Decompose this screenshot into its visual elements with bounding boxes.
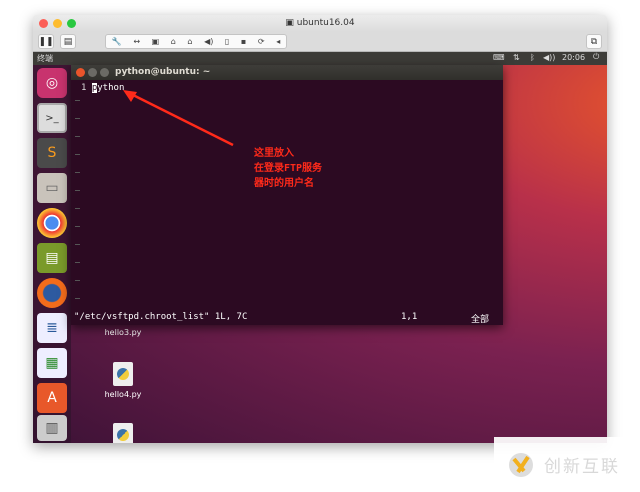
book-icon[interactable]: ▤ [37, 243, 67, 273]
annotation-arrow [123, 90, 234, 147]
resize-icon[interactable]: ↔ [133, 37, 140, 46]
collapse-icon[interactable]: ◂ [276, 37, 280, 46]
drive2-icon[interactable]: ⌂ [187, 37, 192, 46]
vm-toolbar: ❚❚ ▤ 🔧 ↔ ▣ ⌂ ⌂ ◀) ▯ ▪ ⟳ ◂ ⧉ [33, 32, 607, 52]
python-file-icon [113, 423, 133, 443]
refresh-icon[interactable]: ⟳ [258, 37, 265, 46]
keyboard-icon[interactable]: ⌨ [493, 53, 505, 62]
terminal-title: python@ubuntu: ~ [115, 67, 211, 77]
terminal-icon[interactable]: >_ [37, 103, 67, 133]
desktop: ◎ >_ S ▭ ▤ ≣ ▦ A ▥ hello3.py hello4.py p… [33, 65, 607, 443]
line-number: 1 [81, 83, 87, 93]
file-label: hello3.py [104, 328, 142, 337]
terminal-close-button[interactable] [76, 68, 85, 77]
watermark-logo-icon [509, 452, 533, 477]
files-icon[interactable]: ▭ [37, 173, 67, 203]
firefox-icon[interactable] [37, 278, 67, 308]
status-scroll: 全部 [471, 315, 490, 325]
desktop-file[interactable]: hello3.py [93, 328, 153, 337]
vm-window: ▣ ubuntu16.04 ❚❚ ▤ 🔧 ↔ ▣ ⌂ ⌂ ◀) ▯ ▪ ⟳ ◂ … [33, 15, 607, 443]
libreoffice-writer-icon[interactable]: ≣ [37, 313, 67, 343]
file-label: hello4.py [104, 390, 142, 399]
vim-status-line: "/etc/vsftpd.chroot_list" 1L, 7C 1,1 全部 [71, 312, 503, 325]
terminal-minimize-button[interactable] [88, 68, 97, 77]
desktop-file[interactable]: hello4.py [93, 362, 153, 399]
usb-icon[interactable]: ▯ [225, 37, 229, 46]
terminal-titlebar: python@ubuntu: ~ [71, 65, 503, 80]
libreoffice-calc-icon[interactable]: ▦ [37, 348, 67, 378]
window-title: ▣ ubuntu16.04 [285, 18, 355, 28]
launcher: ◎ >_ S ▭ ▤ ≣ ▦ A ▥ [33, 65, 71, 443]
active-app-name: 终端 [37, 54, 53, 63]
network-icon[interactable]: ⇅ [513, 53, 520, 62]
bluetooth-icon[interactable]: ᛒ [530, 53, 535, 62]
device-toolbar: 🔧 ↔ ▣ ⌂ ⌂ ◀) ▯ ▪ ⟳ ◂ [105, 34, 287, 49]
ubuntu-top-panel: 终端 ⌨ ⇅ ᛒ ◀)) 20:06 ⏻ [33, 52, 607, 65]
editor-line: 1 python [81, 83, 124, 93]
fullscreen-button[interactable]: ⧉ [586, 34, 602, 49]
watermark-text: 创新互联 [544, 457, 620, 477]
drive-icon[interactable]: ⌂ [171, 37, 176, 46]
terminal-window[interactable]: python@ubuntu: ~ 1 python 这里放入 在登录FTP服务 … [71, 65, 503, 325]
window-titlebar: ▣ ubuntu16.04 [33, 15, 607, 32]
python-file-icon [113, 362, 133, 386]
desktop-file[interactable] [93, 423, 153, 443]
terminal-maximize-button[interactable] [100, 68, 109, 77]
snapshot-button[interactable]: ▤ [60, 34, 76, 49]
printer-icon[interactable]: ▥ [37, 415, 67, 441]
clock[interactable]: 20:06 [562, 53, 585, 62]
annotation-line: 器时的用户名 [254, 178, 314, 189]
ubuntu-dash-icon[interactable]: ◎ [37, 68, 67, 98]
settings-wrench-icon[interactable]: 🔧 [112, 37, 122, 46]
save-icon[interactable]: ▪ [241, 37, 246, 46]
annotation-line: 这里放入 [254, 148, 294, 159]
annotation-line: 在登录FTP服务 [254, 163, 323, 174]
watermark: 创新互联 [494, 437, 640, 492]
power-icon[interactable]: ⏻ [593, 52, 599, 62]
status-file-info: "/etc/vsftpd.chroot_list" 1L, 7C [74, 312, 248, 322]
chrome-icon[interactable] [37, 208, 67, 238]
pause-button[interactable]: ❚❚ [38, 34, 54, 49]
annotation-note: 这里放入 在登录FTP服务 器时的用户名 [254, 146, 322, 191]
volume-icon[interactable]: ◀)) [543, 53, 555, 62]
status-cursor-position: 1,1 [401, 312, 418, 322]
sublime-text-icon[interactable]: S [37, 138, 67, 168]
window-title-text: ubuntu16.04 [296, 18, 355, 28]
disk-icon[interactable]: ▣ [152, 37, 160, 46]
sound-icon[interactable]: ◀) [204, 37, 213, 46]
software-center-icon[interactable]: A [37, 383, 67, 413]
